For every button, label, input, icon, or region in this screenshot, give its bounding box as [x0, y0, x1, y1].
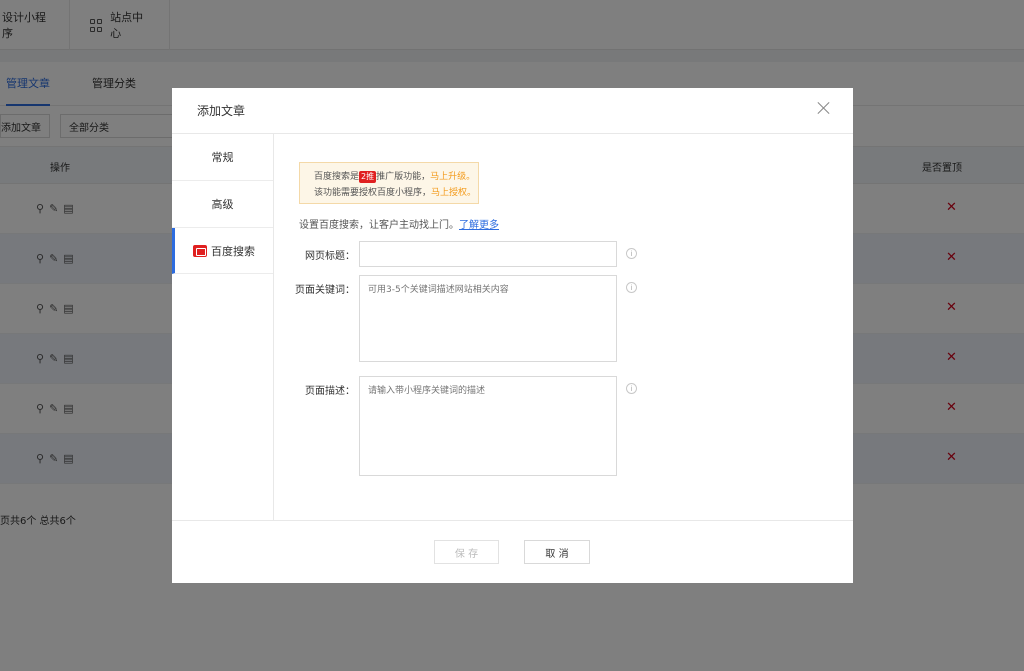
notice-line-1: 百度搜索是 2推 推广版功能，马上升级。	[314, 169, 478, 185]
promo-tag: 2推	[359, 171, 377, 183]
modal-side-nav: 常规 高级 百度搜索	[172, 134, 274, 520]
upgrade-link[interactable]: 马上升级。	[430, 172, 475, 182]
keywords-label: 页面关键词：	[295, 285, 355, 296]
field-page-title: 网页标题： i	[299, 241, 637, 267]
side-item-advanced[interactable]: 高级	[172, 181, 273, 228]
intro-sentence: 设置百度搜索，让客户主动找上门。	[299, 220, 459, 231]
notice-line2-text: 该功能需要授权百度小程序，	[314, 188, 432, 198]
field-description: 页面描述： i	[299, 376, 637, 476]
intro-text: 设置百度搜索，让客户主动找上门。了解更多	[299, 216, 839, 231]
page-title-input[interactable]	[359, 241, 617, 267]
notice-line-2: 该功能需要授权百度小程序，马上授权。	[314, 185, 478, 201]
side-item-baidu-label: 百度搜索	[211, 244, 255, 258]
side-item-baidu-search[interactable]: 百度搜索	[172, 228, 273, 274]
side-item-advanced-label: 高级	[211, 198, 234, 211]
learn-more-link[interactable]: 了解更多	[459, 220, 499, 231]
baidu-icon	[193, 244, 207, 257]
save-button[interactable]: 保 存	[434, 540, 499, 564]
modal-title: 添加文章	[197, 104, 246, 118]
modal-footer: 保 存 取 消	[172, 520, 853, 583]
page-title-label: 网页标题：	[305, 251, 355, 262]
side-item-general-label: 常规	[211, 151, 234, 164]
modal-header: 添加文章	[172, 88, 853, 134]
description-textarea[interactable]	[359, 376, 617, 476]
description-label: 页面描述：	[305, 386, 355, 397]
modal-body: 百度搜索是 2推 推广版功能，马上升级。 该功能需要授权百度小程序，马上授权。 设置…	[299, 162, 839, 231]
notice-line1-text-b: 推广版功能，	[376, 172, 431, 182]
info-icon[interactable]: i	[626, 282, 637, 293]
side-item-general[interactable]: 常规	[172, 134, 273, 181]
keywords-textarea[interactable]	[359, 275, 617, 362]
cancel-button[interactable]: 取 消	[524, 540, 590, 564]
info-icon[interactable]: i	[626, 248, 637, 259]
authorize-link[interactable]: 马上授权。	[431, 188, 476, 198]
info-icon[interactable]: i	[626, 383, 637, 394]
upgrade-notice: 百度搜索是 2推 推广版功能，马上升级。 该功能需要授权百度小程序，马上授权。	[299, 162, 479, 204]
close-icon[interactable]	[817, 101, 831, 115]
field-keywords: 页面关键词： i	[293, 275, 637, 362]
add-article-modal: 添加文章 常规 高级 百度搜索 百度搜索是 2推 推广版功能，马上升级。 该功能需要…	[172, 88, 853, 583]
notice-line1-text: 百度搜索是	[314, 172, 360, 182]
